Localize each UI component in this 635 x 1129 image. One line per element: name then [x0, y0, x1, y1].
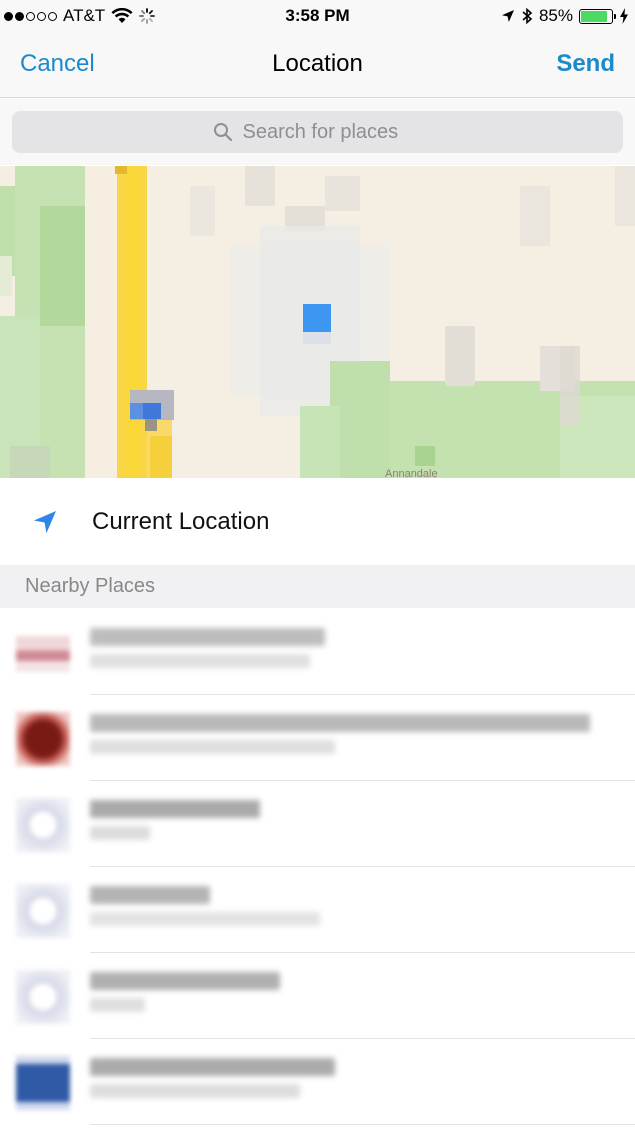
place-name: [90, 628, 325, 646]
battery-percent: 85%: [538, 6, 573, 25]
navigation-bar: Cancel Location Send: [0, 34, 635, 98]
place-name: [90, 1058, 335, 1076]
location-arrow-icon: [501, 10, 514, 22]
place-detail: [90, 912, 320, 926]
search-field[interactable]: [12, 111, 623, 153]
section-title: Nearby Places: [25, 575, 156, 597]
place-detail: [90, 654, 310, 668]
status-right: 85%: [501, 6, 629, 26]
place-name: [90, 800, 260, 818]
map-view[interactable]: Annandale: [0, 166, 635, 478]
place-icon: [16, 798, 70, 852]
search-input[interactable]: [242, 120, 423, 144]
map-tiles: [0, 166, 635, 478]
place-name: [90, 886, 210, 904]
place-icon: [16, 884, 70, 938]
battery-level: [581, 10, 607, 22]
place-icon: [16, 1056, 70, 1110]
location-arrow-icon: [34, 511, 56, 533]
nearby-places-header: Nearby Places: [0, 565, 635, 608]
place-icon: [16, 970, 70, 1024]
cancel-button[interactable]: Cancel: [20, 50, 95, 78]
list-item[interactable]: [0, 952, 635, 1039]
battery-icon: [579, 8, 616, 24]
place-icon: [16, 712, 70, 766]
place-name: [90, 714, 590, 732]
current-location-label: Current Location: [92, 508, 270, 535]
charging-bolt-icon: [620, 8, 628, 24]
page-title: Location: [272, 50, 363, 77]
place-detail: [90, 740, 335, 754]
send-button[interactable]: Send: [556, 50, 615, 78]
place-icon: [16, 636, 70, 672]
search-icon: [213, 123, 232, 142]
bluetooth-icon: [522, 7, 533, 25]
nearby-places-list: [0, 608, 635, 1125]
current-location-row[interactable]: Current Location: [0, 479, 635, 565]
search-bar-container: [0, 99, 635, 165]
place-name: [90, 972, 280, 990]
status-bar: AT&T 3:58 PM 85%: [0, 0, 635, 34]
list-item[interactable]: [0, 608, 635, 695]
place-detail: [90, 1084, 300, 1098]
place-detail: [90, 998, 145, 1012]
list-item[interactable]: [0, 694, 635, 781]
map-attribution: Annandale: [385, 468, 438, 478]
list-item[interactable]: [0, 780, 635, 867]
list-item[interactable]: [0, 866, 635, 953]
place-detail: [90, 826, 150, 840]
list-item[interactable]: [0, 1038, 635, 1125]
